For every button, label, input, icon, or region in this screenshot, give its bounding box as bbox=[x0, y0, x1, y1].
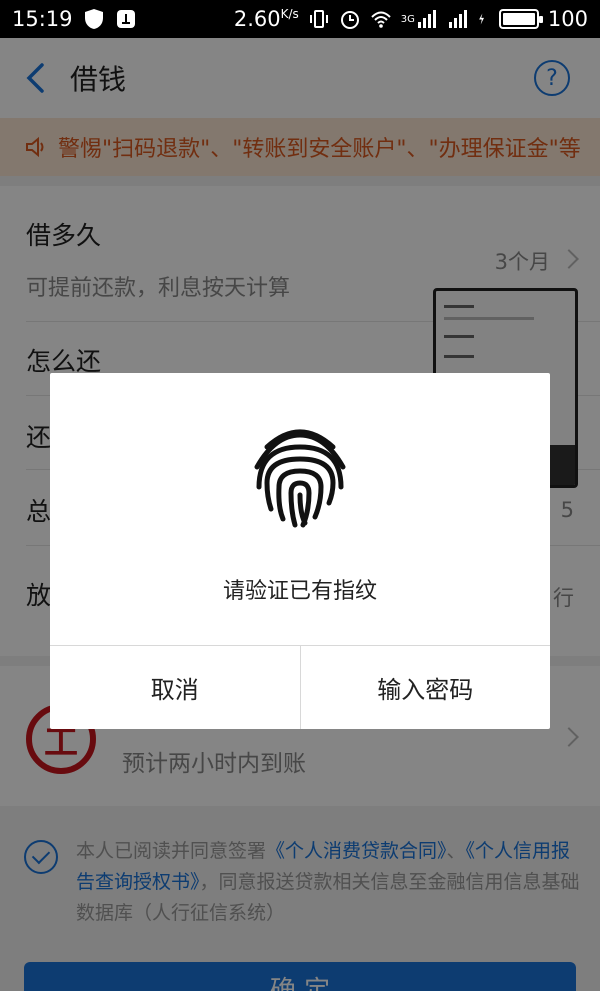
vibrate-icon bbox=[309, 10, 328, 28]
status-time: 15:19 bbox=[12, 7, 73, 31]
alarm-icon bbox=[340, 11, 359, 29]
fingerprint-dialog: 请验证已有指纹 取消 输入密码 bbox=[50, 373, 550, 729]
network-speed-unit: K/s bbox=[280, 7, 299, 21]
enter-password-button[interactable]: 输入密码 bbox=[299, 646, 551, 729]
dialog-actions: 取消 输入密码 bbox=[50, 645, 550, 729]
shield-icon bbox=[84, 9, 103, 29]
fingerprint-icon bbox=[254, 429, 346, 528]
notification-icon bbox=[116, 10, 135, 28]
battery-level: 100 bbox=[547, 7, 588, 31]
charging-icon bbox=[478, 13, 484, 25]
cancel-button[interactable]: 取消 bbox=[50, 646, 300, 729]
network-speed: 2.60K/s bbox=[233, 7, 299, 31]
battery-icon bbox=[498, 9, 543, 29]
dialog-message: 请验证已有指纹 bbox=[222, 579, 377, 604]
network-type: 3G bbox=[400, 13, 415, 25]
signal-icon bbox=[417, 10, 436, 28]
signal-icon-2 bbox=[448, 10, 467, 28]
status-bar: 15:19 2.60K/s 3G 100 bbox=[0, 0, 600, 38]
wifi-icon bbox=[371, 11, 391, 28]
